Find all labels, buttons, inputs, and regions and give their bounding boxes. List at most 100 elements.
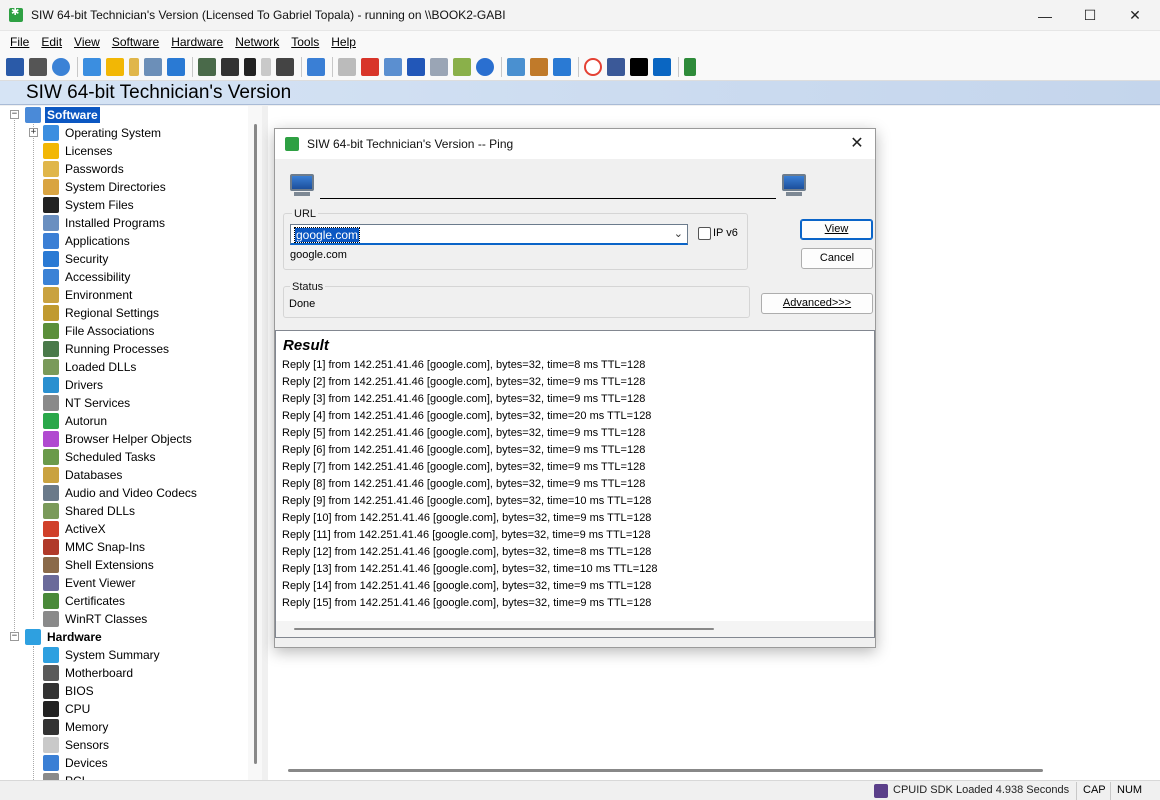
- tree-hardware-item[interactable]: Memory: [43, 718, 110, 736]
- chevron-down-icon[interactable]: ⌄: [674, 227, 683, 240]
- tree-software-item[interactable]: Security: [43, 250, 110, 268]
- cancel-button[interactable]: Cancel: [801, 248, 873, 269]
- linkedin-icon[interactable]: [653, 57, 671, 76]
- refresh-icon[interactable]: [52, 57, 70, 76]
- tree-hardware-item[interactable]: System Summary: [43, 646, 162, 664]
- eraser-icon[interactable]: [338, 57, 356, 76]
- tree-hardware-item[interactable]: Devices: [43, 754, 110, 772]
- menu-network[interactable]: Network: [229, 35, 285, 49]
- url-combobox[interactable]: google.com ⌄: [290, 224, 688, 245]
- tree-software-item[interactable]: Accessibility: [43, 268, 132, 286]
- shield-icon[interactable]: [167, 57, 185, 76]
- menu-software[interactable]: Software: [106, 35, 165, 49]
- dollar-icon[interactable]: [684, 57, 696, 76]
- main-horizontal-scrollbar[interactable]: [288, 769, 1043, 772]
- tree-software-item[interactable]: Installed Programs: [43, 214, 167, 232]
- lock-icon[interactable]: [106, 57, 124, 76]
- tools-icon[interactable]: [453, 57, 471, 76]
- tree-software-item[interactable]: ActiveX: [43, 520, 108, 538]
- reply-line: Reply [8] from 142.251.41.46 [google.com…: [282, 478, 646, 490]
- tree-software-item[interactable]: Running Processes: [43, 340, 171, 358]
- tree-software-item-label: Databases: [65, 468, 123, 482]
- tree-software-item[interactable]: File Associations: [43, 322, 156, 340]
- tree-software-item[interactable]: Shared DLLs: [43, 502, 137, 520]
- reply-line: Reply [14] from 142.251.41.46 [google.co…: [282, 580, 652, 592]
- hardware-collapse-toggle[interactable]: −: [10, 632, 19, 641]
- print-icon[interactable]: [29, 57, 47, 76]
- tree-hardware-item[interactable]: Motherboard: [43, 664, 135, 682]
- menu-help[interactable]: Help: [325, 35, 362, 49]
- report-icon[interactable]: [144, 57, 162, 76]
- header-banner: SIW 64-bit Technician's Version: [0, 81, 1160, 105]
- tree-scrollbar[interactable]: [248, 106, 262, 780]
- menu-view[interactable]: View: [68, 35, 106, 49]
- tree-software-item[interactable]: Audio and Video Codecs: [43, 484, 199, 502]
- tree-software-item[interactable]: Event Viewer: [43, 574, 137, 592]
- tree-hardware-item[interactable]: Sensors: [43, 736, 111, 754]
- tree-software-item[interactable]: Environment: [43, 286, 134, 304]
- windows-icon[interactable]: [83, 57, 101, 76]
- menu-hardware[interactable]: Hardware: [165, 35, 229, 49]
- tree-software-item[interactable]: Shell Extensions: [43, 556, 156, 574]
- operating-system-expand-toggle[interactable]: +: [29, 128, 38, 137]
- key-icon[interactable]: [129, 57, 139, 76]
- x-icon[interactable]: [630, 57, 648, 76]
- close-button[interactable]: ✕: [1112, 0, 1158, 31]
- tree-software-item-icon: [43, 557, 59, 573]
- tree-software-item[interactable]: Drivers: [43, 376, 105, 394]
- home-icon[interactable]: [530, 57, 548, 76]
- tree-node-software[interactable]: Software: [25, 106, 100, 124]
- tree-hardware-item[interactable]: BIOS: [43, 682, 96, 700]
- view-button[interactable]: View: [800, 219, 873, 240]
- tree-hardware-item[interactable]: CPU: [43, 700, 92, 718]
- menu-file[interactable]: File: [4, 35, 35, 49]
- advanced-button[interactable]: Advanced>>>: [761, 293, 873, 314]
- board-icon[interactable]: [198, 57, 216, 76]
- tree-hardware-item[interactable]: PCI: [43, 772, 87, 780]
- tree-software-item[interactable]: System Directories: [43, 178, 168, 196]
- tree-software-item[interactable]: Regional Settings: [43, 304, 161, 322]
- tree-software-item[interactable]: NT Services: [43, 394, 132, 412]
- sdk-status-text: CPUID SDK Loaded 4.938 Seconds: [893, 784, 1070, 796]
- tree-software-item[interactable]: Applications: [43, 232, 132, 250]
- chat-icon[interactable]: [553, 57, 571, 76]
- flag-icon[interactable]: [407, 57, 425, 76]
- google-icon[interactable]: [584, 57, 602, 76]
- tree-scrollbar-thumb[interactable]: [254, 124, 257, 764]
- tree-software-item[interactable]: Scheduled Tasks: [43, 448, 158, 466]
- tree-software-item[interactable]: Browser Helper Objects: [43, 430, 194, 448]
- maximize-button[interactable]: ☐: [1067, 0, 1113, 31]
- tree-software-item[interactable]: Passwords: [43, 160, 126, 178]
- menu-tools[interactable]: Tools: [285, 35, 325, 49]
- cpu-icon[interactable]: [276, 57, 294, 76]
- software-collapse-toggle[interactable]: −: [10, 110, 19, 119]
- tree-software-item[interactable]: Autorun: [43, 412, 109, 430]
- battery-icon[interactable]: [261, 57, 271, 76]
- tree-node-hardware[interactable]: Hardware: [25, 628, 104, 646]
- tree-software-item[interactable]: Databases: [43, 466, 124, 484]
- reply-line: Reply [15] from 142.251.41.46 [google.co…: [282, 597, 652, 609]
- monitor-icon[interactable]: [384, 57, 402, 76]
- gear-icon[interactable]: [476, 57, 494, 76]
- tree-software-item[interactable]: Certificates: [43, 592, 127, 610]
- tree-software-item[interactable]: WinRT Classes: [43, 610, 149, 628]
- network-icon[interactable]: [307, 57, 325, 76]
- ipv6-checkbox[interactable]: [698, 227, 711, 240]
- save-icon[interactable]: [6, 57, 24, 76]
- result-scrollbar-thumb[interactable]: [294, 628, 714, 630]
- facebook-icon[interactable]: [607, 57, 625, 76]
- globe-icon[interactable]: [507, 57, 525, 76]
- dialog-close-button[interactable]: ✕: [847, 134, 867, 154]
- power-icon[interactable]: [361, 57, 379, 76]
- minimize-button[interactable]: —: [1022, 0, 1068, 31]
- tree-software-item[interactable]: MMC Snap-Ins: [43, 538, 147, 556]
- tree-software-item[interactable]: Loaded DLLs: [43, 358, 138, 376]
- tree-software-item[interactable]: System Files: [43, 196, 136, 214]
- tree-software-item[interactable]: Operating System: [43, 124, 163, 142]
- tree-software-item-icon: [43, 287, 59, 303]
- cards-icon[interactable]: [430, 57, 448, 76]
- memory-icon[interactable]: [244, 57, 256, 76]
- menu-edit[interactable]: Edit: [35, 35, 68, 49]
- chip-icon[interactable]: [221, 57, 239, 76]
- tree-software-item[interactable]: Licenses: [43, 142, 114, 160]
